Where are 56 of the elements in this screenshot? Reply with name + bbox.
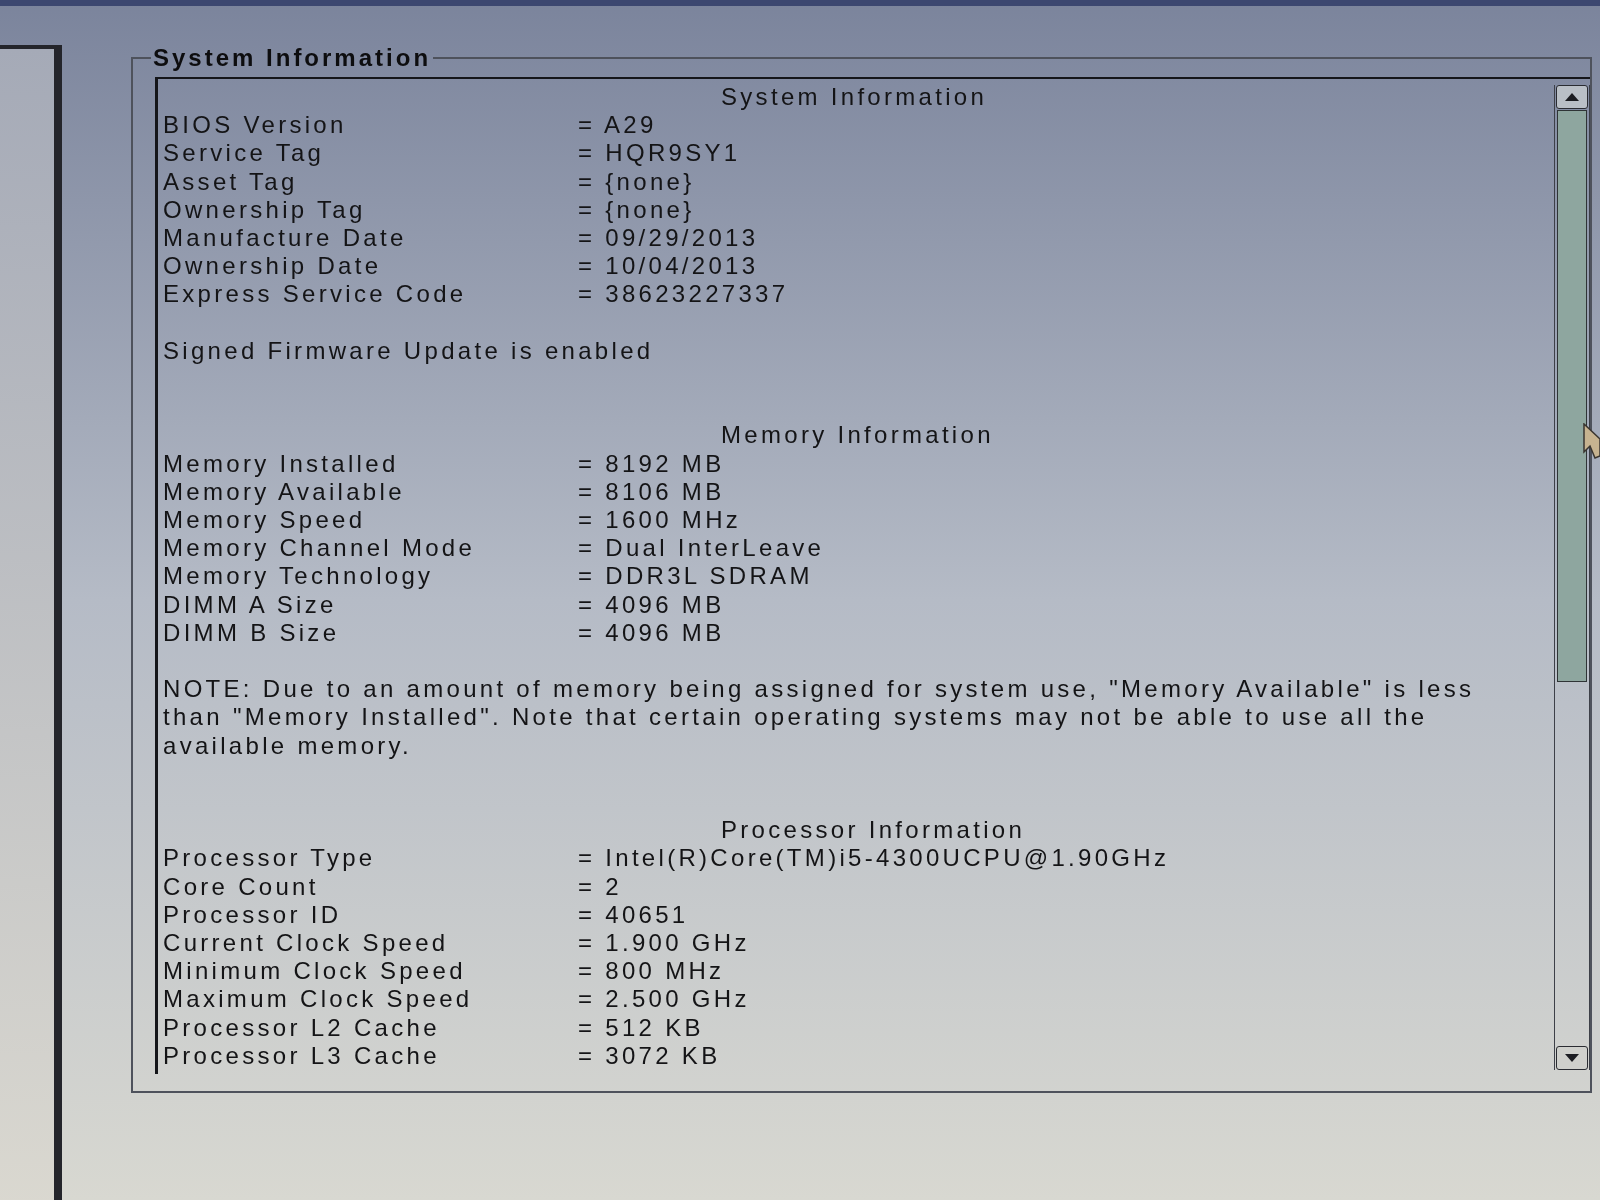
field-value: = A29	[578, 111, 657, 140]
field-value: = 2.500 GHz	[578, 985, 750, 1014]
note-text: Signed Firmware Update is enabled	[163, 336, 655, 365]
field-value: = 8192 MB	[578, 449, 725, 478]
field-label: Memory Available	[163, 477, 405, 506]
field-label: BIOS Version	[163, 111, 347, 140]
field-label: DIMM A Size	[163, 590, 337, 619]
field-label: Processor L2 Cache	[163, 1013, 440, 1042]
field-label: Asset Tag	[163, 167, 298, 196]
field-value: = DDR3L SDRAM	[578, 562, 813, 591]
field-label: Manufacture Date	[163, 224, 407, 253]
group-title: System Information	[152, 44, 433, 72]
field-value: = Intel(R)Core(TM)i5-4300UCPU@1.90GHz	[578, 844, 1170, 873]
field-value: = 1.900 GHz	[578, 929, 750, 958]
field-label: Memory Installed	[163, 449, 399, 478]
scroll-down-button[interactable]	[1556, 1046, 1588, 1070]
scrollbar-thumb[interactable]	[1557, 110, 1587, 682]
field-label: Current Clock Speed	[163, 929, 449, 958]
field-label: Processor ID	[163, 900, 342, 930]
field-label: Ownership Tag	[163, 195, 366, 224]
field-label: Memory Channel Mode	[163, 534, 476, 563]
field-value: = 4096 MB	[578, 590, 725, 619]
field-label: Processor Type	[163, 844, 376, 873]
section-heading: Processor Information	[721, 816, 1026, 845]
field-value: = Dual InterLeave	[578, 534, 825, 563]
field-value: = HQR9SY1	[578, 139, 741, 168]
field-value: = 2	[578, 872, 622, 901]
section-heading: Memory Information	[721, 421, 994, 450]
field-label: DIMM B Size	[163, 618, 340, 648]
field-value: = {none}	[578, 195, 695, 224]
field-label: Express Service Code	[163, 280, 467, 309]
field-value: = {none}	[578, 167, 695, 196]
field-value: = 40651	[578, 900, 689, 930]
field-value: = 10/04/2013	[578, 252, 759, 281]
mouse-pointer-icon	[1583, 423, 1600, 459]
field-value: = 800 MHz	[578, 957, 725, 986]
field-value: = 8106 MB	[578, 477, 725, 506]
field-value: = 4096 MB	[578, 618, 725, 648]
field-label: Memory Speed	[163, 506, 366, 535]
field-label: Ownership Date	[163, 252, 382, 281]
field-value: = 512 KB	[578, 1013, 704, 1042]
field-label: Minimum Clock Speed	[163, 957, 466, 986]
caret-down-icon	[1565, 1054, 1579, 1062]
field-value: = 09/29/2013	[578, 224, 759, 253]
field-value: = 3072 KB	[578, 1041, 721, 1071]
note-text: NOTE: Due to an amount of memory being assigned for system use, "Memory Available" is less than "Memory Installed". Note that certain operating systems may not be able to use all the available memory.	[163, 675, 1476, 760]
section-heading: System Information	[721, 83, 988, 112]
field-value: = 38623227337	[578, 280, 789, 309]
field-label: Service Tag	[163, 139, 325, 168]
field-label: Maximum Clock Speed	[163, 985, 473, 1014]
field-label: Core Count	[163, 872, 319, 901]
caret-up-icon	[1565, 93, 1579, 101]
field-label: Memory Technology	[163, 562, 434, 591]
field-label: Processor L3 Cache	[163, 1041, 440, 1071]
scroll-up-button[interactable]	[1556, 85, 1588, 109]
field-value: = 1600 MHz	[578, 506, 742, 535]
